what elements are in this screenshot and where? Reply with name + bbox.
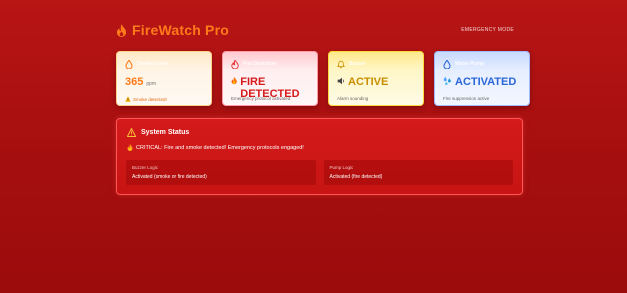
card-label: Smoke Level (137, 61, 168, 67)
critical-alert: CRITICAL: Fire and smoke detected! Emerg… (127, 144, 512, 151)
buzzer-logic-box: Buzzer Logic Activated (smoke or fire de… (126, 160, 316, 185)
system-status-panel: System Status CRITICAL: Fire and smoke d… (116, 118, 523, 195)
sprinkle-icon (443, 76, 451, 85)
water-pump-card: Water Pump ACTIVATED Fire suppression ac… (434, 51, 530, 106)
pump-logic-box: Pump Logic Activated (fire detected) (323, 160, 513, 185)
sensor-cards: Smoke Level 365 ppm Smoke detected! Fire… (116, 51, 530, 106)
flame-icon (231, 76, 237, 85)
logic-row: Buzzer Logic Activated (smoke or fire de… (126, 160, 513, 185)
pump-note: Fire suppression active (443, 96, 490, 101)
pump-logic-value: Activated (fire detected) (329, 174, 383, 180)
smoke-note-text: Smoke detected! (133, 96, 167, 102)
fire-detection-card: Fire Detection FIRE DETECTED Emergency p… (222, 51, 318, 106)
critical-text: CRITICAL: Fire and smoke detected! Emerg… (136, 144, 304, 151)
speaker-icon (337, 77, 344, 85)
smoke-level-card: Smoke Level 365 ppm Smoke detected! (116, 51, 212, 106)
card-label: Water Pump (455, 61, 484, 67)
smoke-unit: ppm (146, 81, 157, 87)
buzzer-value: ACTIVE (348, 76, 389, 88)
buzzer-logic-label: Buzzer Logic (132, 165, 159, 170)
flame-icon (127, 144, 133, 151)
emergency-mode-button[interactable]: EMERGENCY MODE (458, 25, 517, 35)
warning-icon (125, 96, 131, 102)
flame-icon (231, 59, 239, 69)
droplet-icon (443, 59, 451, 69)
buzzer-logic-value: Activated (smoke or fire detected) (132, 174, 207, 180)
app-header: FireWatch Pro EMERGENCY MODE (116, 22, 517, 42)
card-label: Buzzer (349, 61, 366, 67)
flame-icon (116, 23, 127, 37)
smoke-value: 365 (125, 76, 144, 88)
brand: FireWatch Pro (116, 22, 229, 38)
buzzer-note: Alarm sounding (337, 96, 369, 101)
buzzer-card: Buzzer ACTIVE Alarm sounding (328, 51, 424, 106)
app-title: FireWatch Pro (132, 22, 229, 38)
card-label: Fire Detection (243, 61, 277, 67)
bell-icon (337, 60, 345, 68)
warning-icon (127, 127, 136, 137)
pump-value: ACTIVATED (455, 76, 517, 88)
pump-logic-label: Pump Logic (329, 165, 354, 170)
status-title: System Status (141, 128, 190, 136)
droplet-icon (125, 59, 133, 69)
smoke-note: Smoke detected! (125, 96, 203, 102)
